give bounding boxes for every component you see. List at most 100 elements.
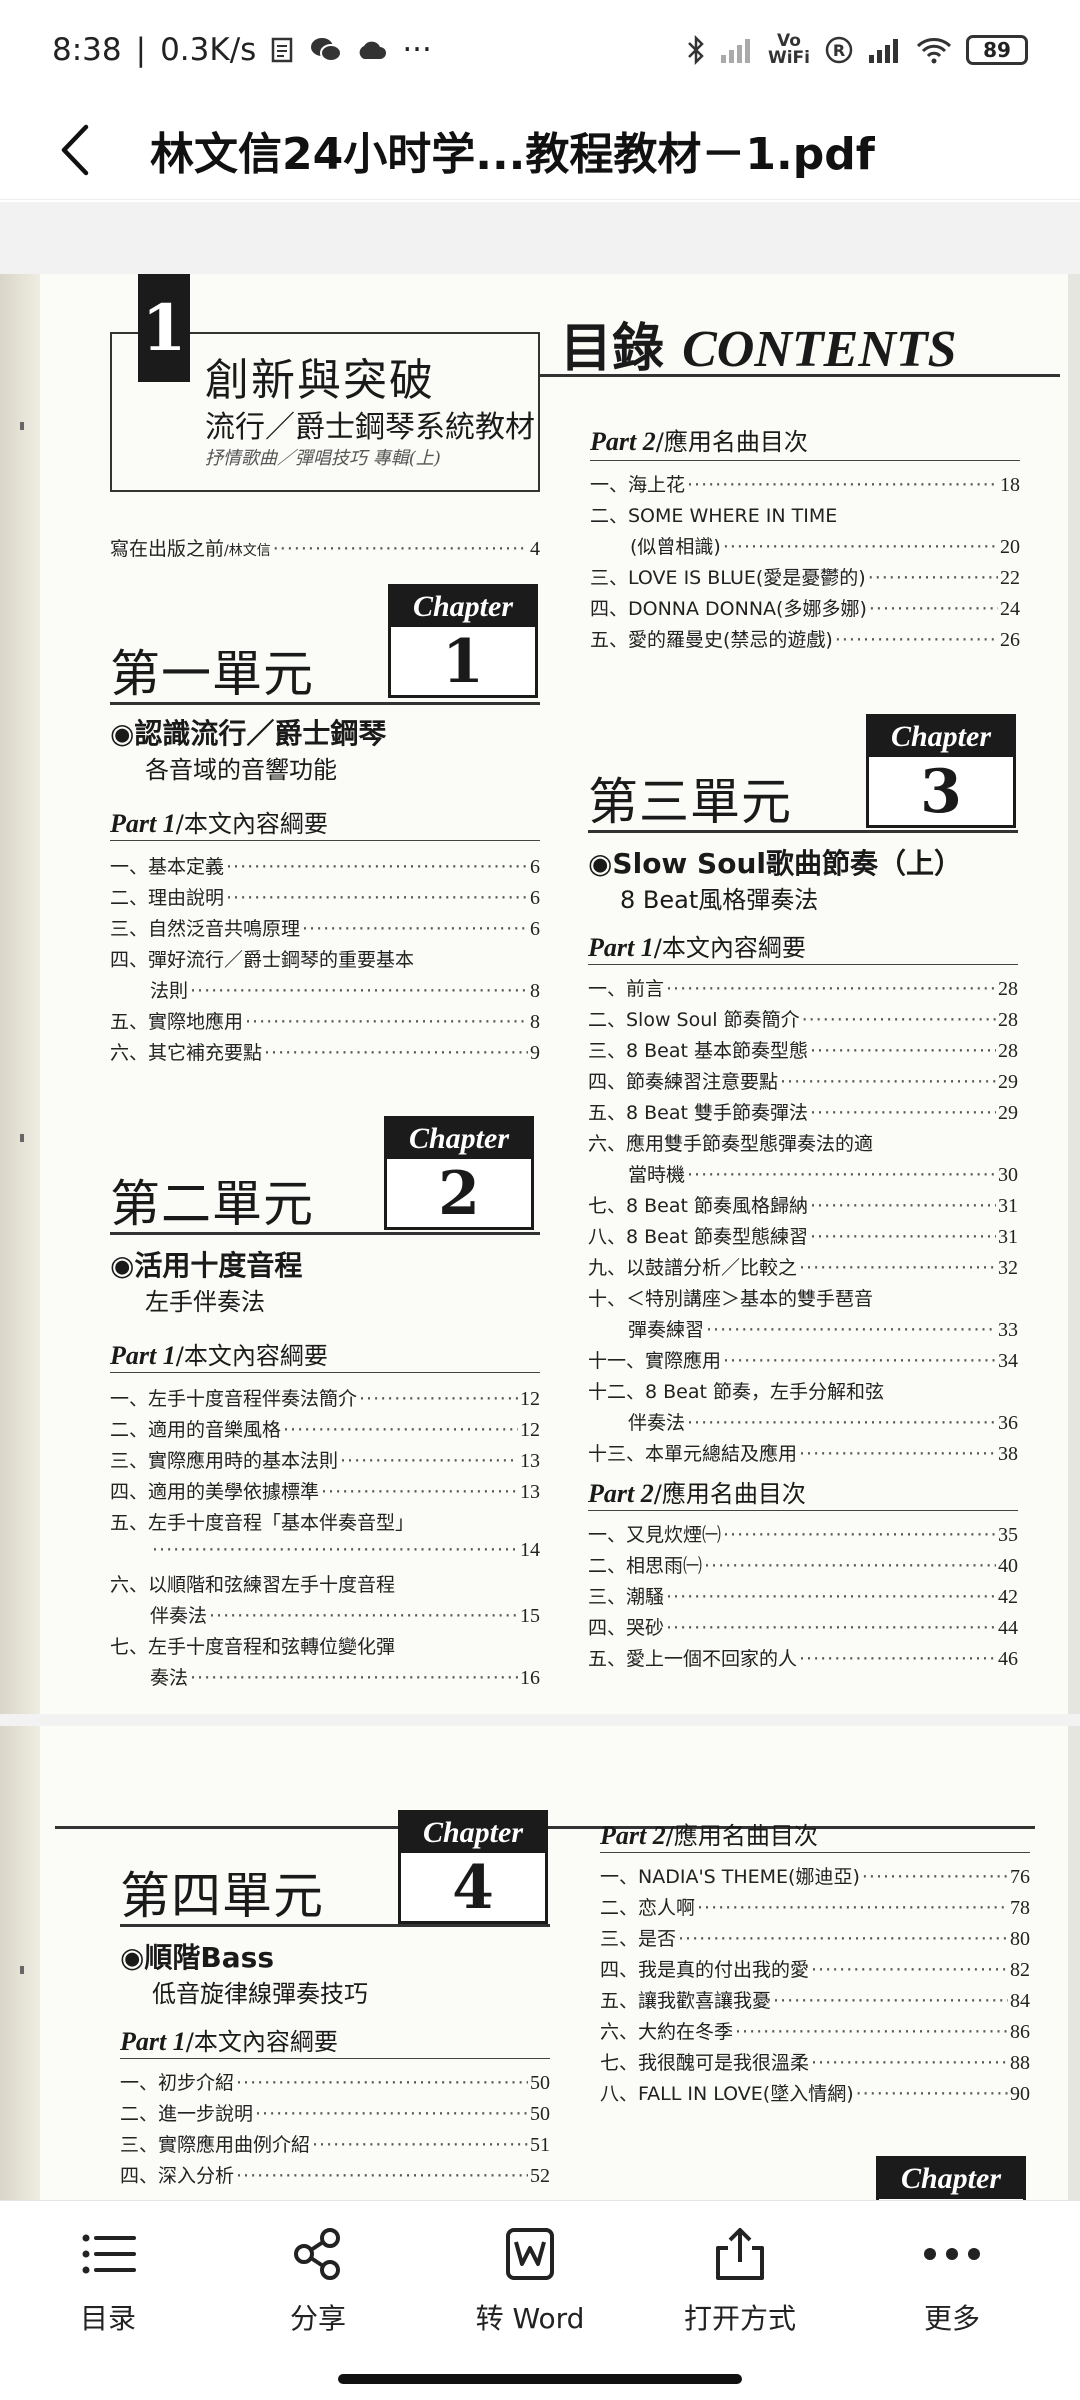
toc-entry: 三、是否80 (600, 1924, 1030, 1955)
back-arrow-icon (61, 124, 89, 175)
unit-2-title: 第二單元 (110, 1175, 314, 1233)
unit-1-topic: ◉認識流行／爵士鋼琴 (110, 717, 387, 750)
toc-entry: 二、恋人啊78 (600, 1893, 1030, 1924)
preface-entry: 寫在出版之前/林文信4 (110, 534, 540, 565)
unit-3-part2-heading: Part 2/應用名曲目次 (588, 1479, 806, 1508)
toc-entry: 伴奏法15 (110, 1601, 540, 1632)
status-bar: 8:38 | 0.3K/s ··· Vo WiFi R 89 (0, 0, 1080, 100)
toc-entry: 四、深入分析52 (120, 2161, 550, 2192)
toc-entry: 二、Slow Soul 節奏簡介28 (588, 1005, 1018, 1036)
app-header: 林文信24小时学...教程教材－1.pdf (0, 100, 1080, 200)
share-icon (290, 2219, 346, 2289)
toc-entry: 三、LOVE IS BLUE(愛是憂鬱的)22 (590, 563, 1020, 594)
document-notification-icon (270, 37, 296, 63)
unit-3-topic-sub: 8 Beat風格彈奏法 (620, 886, 819, 914)
unit-4-songs-toc: 一、NADIA'S THEME(娜迪亞)76二、恋人啊78三、是否80四、我是真… (600, 1862, 1030, 2110)
cover-title: 創新與突破 (205, 355, 435, 406)
toc-entry: 伴奏法36 (588, 1408, 1018, 1439)
home-indicator[interactable] (338, 2374, 742, 2384)
unit-2-part1-heading: Part 1/本文內容綱要 (110, 1341, 328, 1370)
toc-entry: 二、理由說明6 (110, 883, 540, 914)
toc-entry: (似曾相識)20 (590, 532, 1020, 563)
tab-contents[interactable]: 目录 (18, 2219, 198, 2349)
toc-entry: 一、前言28 (588, 974, 1018, 1005)
bottom-toolbar: 目录 分享 转 Word 打开方式 更多 (0, 2200, 1080, 2400)
toc-entry: 七、我很醜可是我很溫柔88 (600, 2048, 1030, 2079)
wifi-icon (916, 36, 952, 64)
toc-entry: 五、愛的羅曼史(禁忌的遊戲)26 (590, 625, 1020, 656)
toc-entry: 六、大約在冬季86 (600, 2017, 1030, 2048)
toc-entry: 三、實際應用時的基本法則13 (110, 1446, 540, 1477)
signal-weak-icon (720, 37, 754, 63)
toc-entry: 八、8 Beat 節奏型態練習31 (588, 1222, 1018, 1253)
unit-2-topic: ◉活用十度音程 (110, 1249, 303, 1282)
unit-3-songs-toc: 一、又見炊煙㈠35二、相思雨㈠40三、潮騷42四、哭砂44五、愛上一個不回家的人… (588, 1520, 1018, 1675)
unit-2-songs-toc: 一、海上花18 二、SOME WHERE IN TIME (似曾相識)20三、LOV… (590, 470, 1020, 656)
unit-4-part1-heading: Part 1/本文內容綱要 (120, 2027, 338, 2056)
toc-entry: 一、又見炊煙㈠35 (588, 1520, 1018, 1551)
toc-entry: 四、哭砂44 (588, 1613, 1018, 1644)
document-title: 林文信24小时学...教程教材－1.pdf (150, 128, 875, 180)
toc-entry: 三、自然泛音共鳴原理6 (110, 914, 540, 945)
unit-4-topic-sub: 低音旋律線彈奏技巧 (152, 1980, 368, 2008)
cover-subtitle: 流行／爵士鋼琴系統教材 (205, 410, 535, 445)
tab-open-with[interactable]: 打开方式 (650, 2219, 830, 2349)
toc-entry: 當時機30 (588, 1160, 1018, 1191)
toc-entry: 八、FALL IN LOVE(墜入情網)90 (600, 2079, 1030, 2110)
pdf-viewer[interactable]: 1 創新與突破 流行／爵士鋼琴系統教材 抒情歌曲／彈唱技巧 專輯(上) 目錄 C… (0, 202, 1080, 2200)
unit-3-title: 第三單元 (588, 773, 792, 831)
unit-4-topic: ◉順階Bass (120, 1941, 275, 1974)
contents-title: 目錄 CONTENTS (560, 318, 957, 379)
back-button[interactable] (0, 100, 150, 200)
cover-subtitle2: 抒情歌曲／彈唱技巧 專輯(上) (205, 448, 441, 469)
cover-number: 1 (138, 274, 190, 382)
unit-1-title: 第一單元 (110, 645, 314, 703)
toc-entry: 六、應用雙手節奏型態彈奏法的適 (588, 1133, 874, 1155)
list-icon (80, 2219, 136, 2289)
unit-1-topic-sub: 各音域的音響功能 (145, 756, 337, 784)
toc-entry: 四、DONNA DONNA(多娜多娜)24 (590, 594, 1020, 625)
pdf-page-2: 第四單元 Chapter 4 ◉順階Bass 低音旋律線彈奏技巧 Part 1/… (0, 1726, 1080, 2200)
toc-entry: 一、基本定義6 (110, 852, 540, 883)
toc-entry: 法則8 (110, 976, 540, 1007)
toc-entry: 十二、8 Beat 節奏，左手分解和弦 (588, 1381, 884, 1403)
toc-entry: 九、以鼓譜分析／比較之32 (588, 1253, 1018, 1284)
unit-1-part1-heading: Part 1/本文內容綱要 (110, 809, 328, 838)
toc-entry: 三、潮騷42 (588, 1582, 1018, 1613)
unit-3-topic: ◉Slow Soul歌曲節奏（上） (588, 847, 962, 880)
more-icon (922, 2219, 982, 2289)
roaming-icon: R (824, 35, 854, 65)
unit-4-toc: 一、初步介紹50二、進一步說明50三、實際應用曲例介紹51四、深入分析52 (120, 2068, 550, 2192)
toc-entry: 十一、實際應用34 (588, 1346, 1018, 1377)
more-notifications: ··· (402, 32, 432, 68)
chapter-3-badge: Chapter 3 (866, 714, 1016, 828)
toc-entry: 四、我是真的付出我的愛82 (600, 1955, 1030, 1986)
chapter-1-badge: Chapter 1 (388, 584, 538, 698)
tab-convert-word[interactable]: 转 Word (440, 2219, 620, 2349)
toc-entry: 五、8 Beat 雙手節奏彈法29 (588, 1098, 1018, 1129)
signal-icon (868, 37, 902, 63)
toc-entry: 七、左手十度音程和弦轉位變化彈 (110, 1636, 396, 1658)
toc-entry: 四、節奏練習注意要點29 (588, 1067, 1018, 1098)
toc-entry: 一、左手十度音程伴奏法簡介12 (110, 1384, 540, 1415)
network-speed: 0.3K/s (160, 32, 257, 68)
wechat-icon (310, 36, 343, 64)
tab-share[interactable]: 分享 (228, 2219, 408, 2349)
svg-text:R: R (833, 41, 845, 60)
toc-entry: 三、8 Beat 基本節奏型態28 (588, 1036, 1018, 1067)
toc-entry: 五、實際地應用8 (110, 1007, 540, 1038)
toc-entry: 七、8 Beat 節奏風格歸納31 (588, 1191, 1018, 1222)
toc-entry: 六、其它補充要點9 (110, 1038, 540, 1069)
toc-entry: 四、適用的美學依據標準13 (110, 1477, 540, 1508)
cloud-icon (356, 39, 388, 61)
toc-entry: 三、實際應用曲例介紹51 (120, 2130, 550, 2161)
toc-entry: 二、SOME WHERE IN TIME (590, 505, 838, 527)
tab-more[interactable]: 更多 (862, 2219, 1042, 2349)
toc-entry: 二、相思雨㈠40 (588, 1551, 1018, 1582)
unit-3-part1-heading: Part 1/本文內容綱要 (588, 933, 806, 962)
chapter-5-badge-partial: Chapter (876, 2156, 1026, 2200)
toc-entry: 一、NADIA'S THEME(娜迪亞)76 (600, 1862, 1030, 1893)
toc-entry: 五、左手十度音程「基本伴奏音型」 (110, 1512, 415, 1534)
open-with-icon (714, 2219, 766, 2289)
toc-entry: 五、愛上一個不回家的人46 (588, 1644, 1018, 1675)
